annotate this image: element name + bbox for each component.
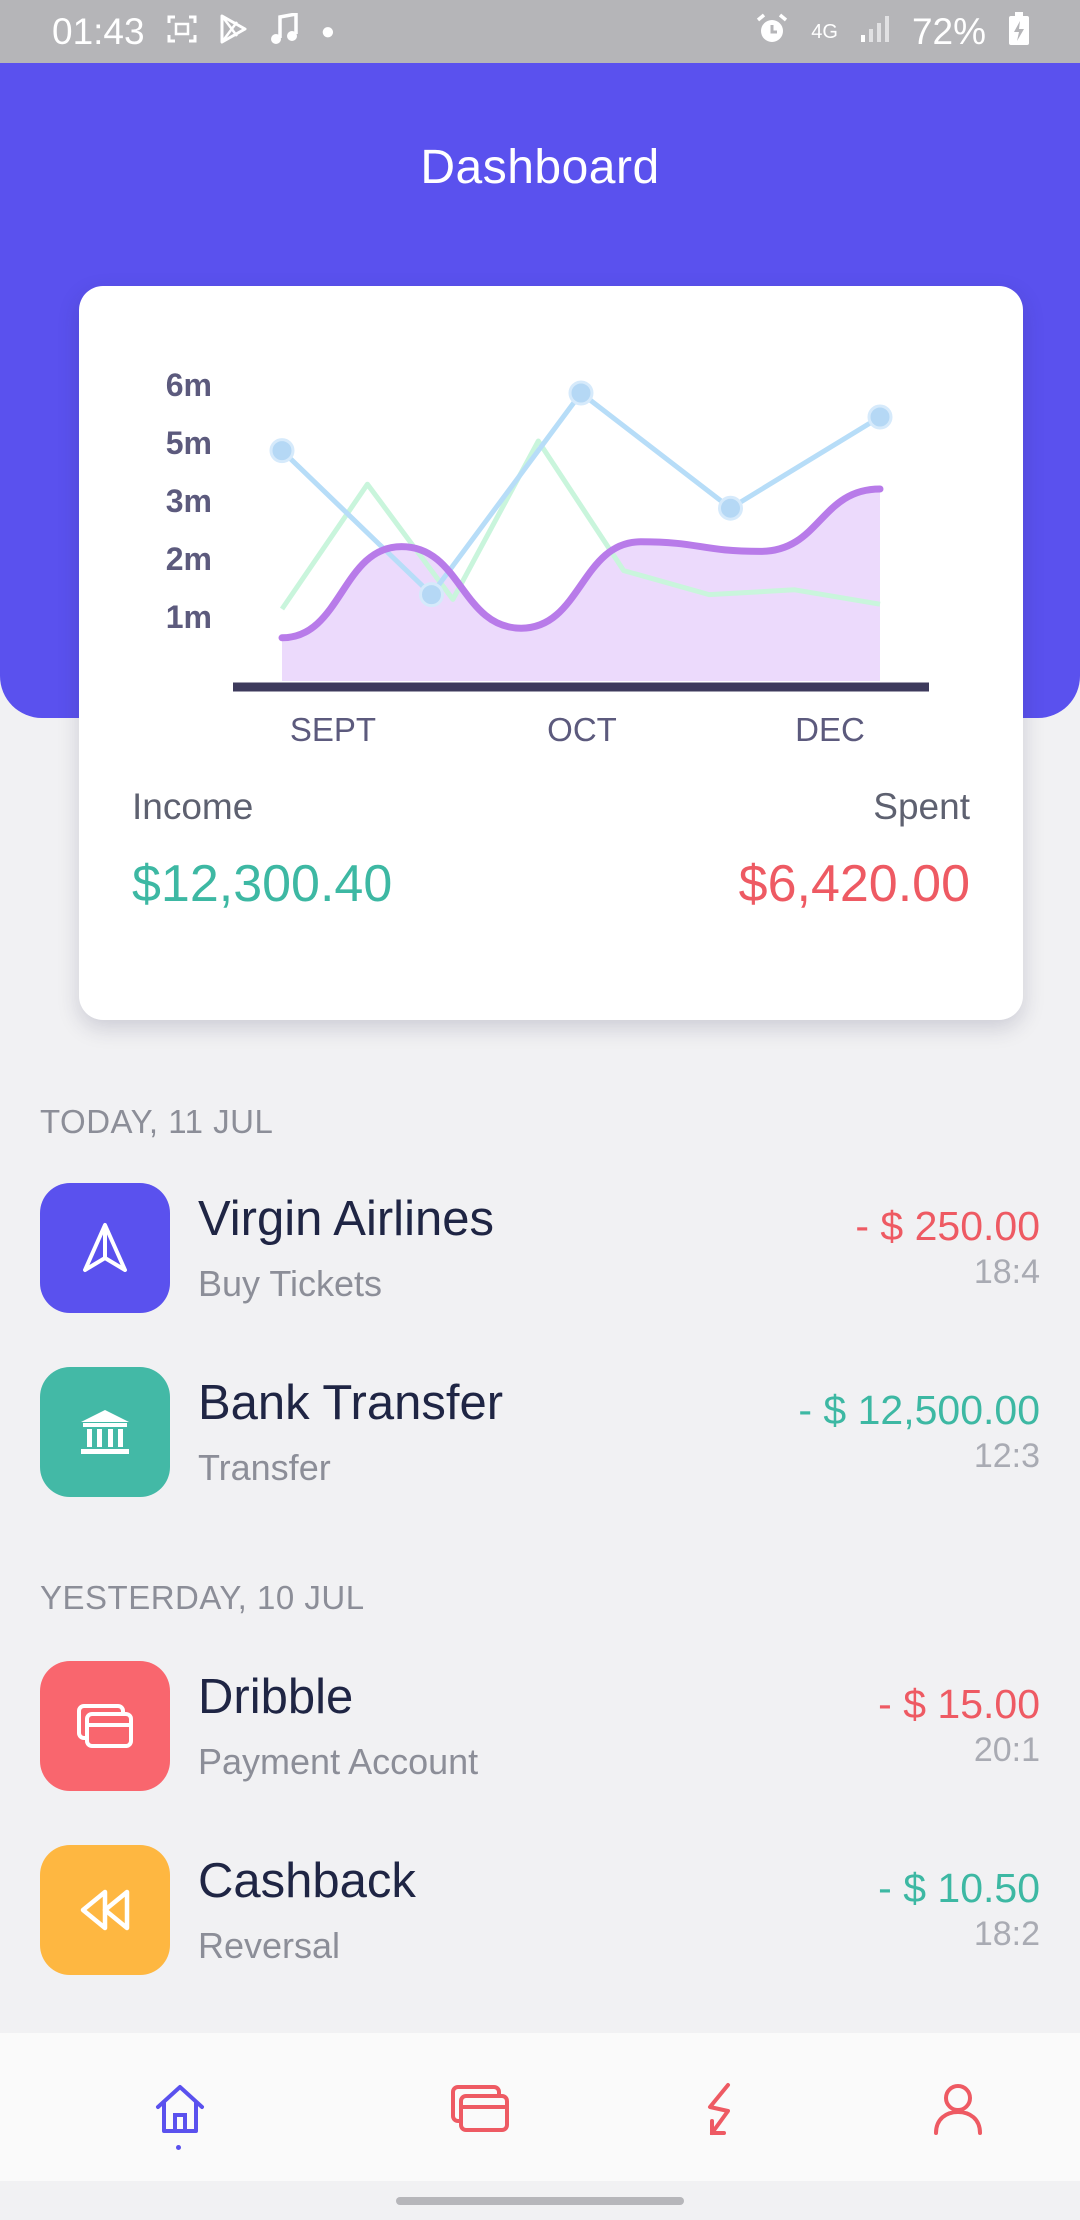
profile-icon[interactable] bbox=[918, 2069, 998, 2149]
transaction-row[interactable]: Dribble Payment Account - $ 15.00 20:1 bbox=[40, 1661, 1040, 1793]
active-indicator bbox=[176, 2145, 181, 2150]
transaction-amount: - $ 15.00 bbox=[878, 1681, 1040, 1727]
gesture-bar bbox=[0, 2181, 1080, 2220]
transaction-subtitle: Buy Tickets bbox=[198, 1263, 383, 1304]
transaction-title: Cashback bbox=[198, 1854, 416, 1908]
x-tick-label: OCT bbox=[547, 711, 617, 748]
wallet-icon[interactable] bbox=[440, 2069, 520, 2149]
bottom-nav bbox=[0, 2033, 1080, 2181]
transaction-subtitle: Transfer bbox=[198, 1447, 331, 1488]
transaction-subtitle: Payment Account bbox=[198, 1741, 479, 1782]
transaction-amount: - $ 250.00 bbox=[855, 1203, 1040, 1249]
bank-icon bbox=[40, 1367, 170, 1497]
transaction-time: 18:2 bbox=[973, 1915, 1040, 1953]
summary-card: 6m 5m 3m 2m 1m SEPT OCT DEC Income $12,300.40 … bbox=[79, 286, 1023, 1020]
x-axis-ticks: SEPT OCT DEC bbox=[290, 711, 865, 748]
data-point bbox=[419, 582, 444, 608]
transaction-title: Virgin Airlines bbox=[198, 1192, 494, 1246]
screenshot-icon bbox=[167, 15, 197, 49]
battery-percent: 72% bbox=[911, 10, 986, 52]
section-heading-today: TODAY, 11 JUL bbox=[40, 1103, 274, 1140]
transaction-amount: - $ 12,500.00 bbox=[798, 1387, 1040, 1433]
y-tick-label: 1m bbox=[166, 599, 212, 635]
rewind-icon bbox=[40, 1845, 170, 1975]
chart: 6m 5m 3m 2m 1m SEPT OCT DEC bbox=[166, 367, 929, 748]
spent-label: Spent bbox=[873, 786, 970, 827]
y-axis-ticks: 6m 5m 3m 2m 1m bbox=[166, 367, 212, 635]
transaction-row[interactable]: Bank Transfer Transfer - $ 12,500.00 12:… bbox=[40, 1367, 1040, 1499]
transaction-row[interactable]: Cashback Reversal - $ 10.50 18:2 bbox=[40, 1845, 1040, 1977]
lightning-icon[interactable] bbox=[680, 2069, 760, 2149]
y-tick-label: 2m bbox=[166, 541, 212, 577]
network-type-label: 4G bbox=[811, 20, 838, 43]
transaction-amount: - $ 10.50 bbox=[878, 1865, 1040, 1911]
signal-icon bbox=[860, 15, 890, 49]
data-point bbox=[269, 438, 295, 464]
income-value: $12,300.40 bbox=[132, 855, 393, 913]
y-tick-label: 3m bbox=[166, 483, 212, 519]
status-left: 01:43 ● bbox=[52, 11, 335, 53]
data-point bbox=[568, 380, 594, 406]
gesture-handle[interactable] bbox=[396, 2197, 684, 2205]
transaction-row[interactable]: Virgin Airlines Buy Tickets - $ 250.00 1… bbox=[40, 1183, 1040, 1315]
transaction-time: 18:4 bbox=[973, 1253, 1040, 1291]
status-bar: 01:43 ● 4G 72% bbox=[0, 0, 1080, 63]
spent-value: $6,420.00 bbox=[738, 855, 970, 913]
chart-series bbox=[269, 380, 893, 681]
home-icon[interactable] bbox=[140, 2069, 220, 2149]
music-note-icon bbox=[269, 11, 299, 51]
x-tick-label: DEC bbox=[795, 711, 865, 748]
status-right: 4G 72% bbox=[755, 11, 1030, 53]
transaction-time: 20:1 bbox=[973, 1731, 1040, 1769]
transaction-subtitle: Reversal bbox=[198, 1925, 341, 1966]
data-point bbox=[718, 495, 743, 521]
page-title: Dashboard bbox=[420, 141, 660, 194]
status-time: 01:43 bbox=[52, 10, 145, 52]
income-label: Income bbox=[132, 786, 254, 827]
y-tick-label: 5m bbox=[166, 425, 212, 461]
play-store-icon bbox=[219, 14, 247, 50]
paper-plane-icon bbox=[40, 1183, 170, 1313]
notification-dot-icon: ● bbox=[320, 17, 336, 45]
alarm-icon bbox=[755, 13, 789, 51]
transaction-time: 12:3 bbox=[973, 1437, 1040, 1475]
battery-charging-icon bbox=[1008, 11, 1030, 52]
data-point bbox=[867, 404, 893, 430]
transaction-title: Dribble bbox=[198, 1670, 354, 1724]
x-tick-label: SEPT bbox=[290, 711, 376, 748]
wallet-icon bbox=[40, 1661, 170, 1791]
section-heading-yesterday: YESTERDAY, 10 JUL bbox=[40, 1579, 365, 1616]
y-tick-label: 6m bbox=[166, 367, 212, 403]
transaction-title: Bank Transfer bbox=[198, 1376, 504, 1430]
